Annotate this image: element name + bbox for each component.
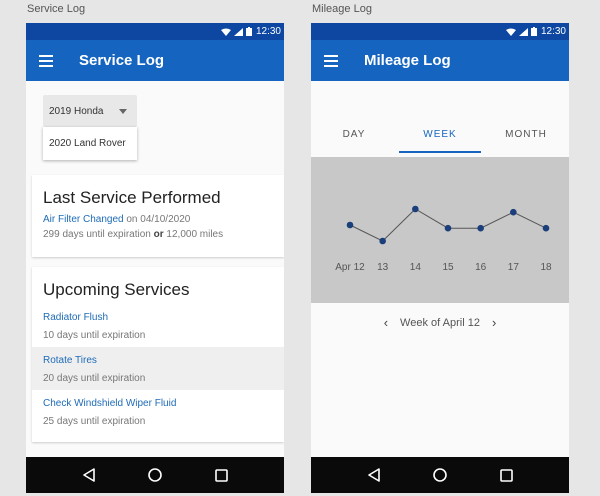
home-button[interactable] <box>430 465 450 485</box>
service-name[interactable]: Check Windshield Wiper Fluid <box>32 398 284 409</box>
tab-week[interactable]: WEEK <box>397 127 483 153</box>
x-tick-label: 13 <box>377 262 389 273</box>
data-point[interactable] <box>510 208 517 216</box>
x-tick-label: 18 <box>540 262 552 273</box>
x-tick-label: 17 <box>508 262 520 273</box>
recents-button[interactable] <box>496 465 516 485</box>
recents-square-icon <box>214 468 228 482</box>
chevron-left-icon[interactable]: ‹ <box>384 315 388 330</box>
miles-remaining: 12,000 miles <box>166 229 224 240</box>
upcoming-services-card: Upcoming Services Radiator Flush 10 days… <box>32 267 284 442</box>
app-bar: Service Log <box>26 40 284 81</box>
page-title: Service Log <box>79 52 165 69</box>
wifi-icon <box>505 28 516 36</box>
data-point[interactable] <box>542 224 550 232</box>
mileage-chart: Apr 12 13 14 15 16 17 18 <box>311 157 569 303</box>
back-button[interactable] <box>364 465 384 485</box>
service-name[interactable]: Radiator Flush <box>32 312 284 323</box>
system-nav-bar <box>311 457 569 493</box>
week-label: Week of April 12 <box>400 316 480 329</box>
home-circle-icon <box>433 468 447 482</box>
recents-button[interactable] <box>211 465 231 485</box>
back-triangle-icon <box>368 468 380 482</box>
page-title: Mileage Log <box>364 52 451 69</box>
service-expiration: 25 days until expiration <box>43 416 146 427</box>
vehicle-option[interactable]: 2020 Land Rover <box>43 127 137 160</box>
on-word: on <box>126 214 138 225</box>
vehicle-select[interactable]: 2019 Honda <box>43 95 137 127</box>
recents-square-icon <box>499 468 513 482</box>
status-time: 12:30 <box>255 26 281 37</box>
data-point[interactable] <box>444 224 452 232</box>
signal-icon <box>518 27 528 36</box>
mileage-log-caption: Mileage Log <box>312 3 372 15</box>
or-word: or <box>153 229 164 240</box>
menu-icon[interactable] <box>324 54 338 67</box>
tab-day[interactable]: DAY <box>311 127 397 153</box>
service-expiration: 10 days until expiration <box>43 330 146 341</box>
tab-month[interactable]: MONTH <box>483 127 569 153</box>
service-log-caption: Service Log <box>27 3 86 15</box>
mileage-log-screen: 12:30 Mileage Log DAY WEEK MONTH Apr 12 1… <box>311 23 569 493</box>
days-remaining: 299 days until expiration <box>43 229 151 240</box>
home-button[interactable] <box>145 465 165 485</box>
upcoming-services-heading: Upcoming Services <box>43 280 190 299</box>
service-expiration: 20 days until expiration <box>43 373 146 384</box>
status-time: 12:30 <box>540 26 566 37</box>
system-nav-bar <box>26 457 284 493</box>
x-tick-label: Apr 12 <box>335 262 365 273</box>
week-navigator: ‹ Week of April 12 › <box>311 315 569 330</box>
home-circle-icon <box>148 468 162 482</box>
x-tick-label: 15 <box>442 262 454 273</box>
last-service-name[interactable]: Air Filter Changed <box>43 214 124 225</box>
app-bar: Mileage Log <box>311 40 569 81</box>
data-point[interactable] <box>477 224 484 232</box>
back-button[interactable] <box>79 465 99 485</box>
vehicle-dropdown[interactable]: 2019 Honda 2020 Land Rover <box>43 95 137 160</box>
battery-icon <box>245 27 252 36</box>
data-point[interactable] <box>346 221 354 229</box>
vehicle-selected-value: 2019 Honda <box>49 105 104 117</box>
service-item-radiator-flush[interactable]: Radiator Flush 10 days until expiration <box>32 304 284 347</box>
last-service-line: Air Filter Changed on 04/10/2020 <box>32 214 284 225</box>
last-service-heading: Last Service Performed <box>43 188 221 207</box>
last-service-date: 04/10/2020 <box>140 214 191 225</box>
service-log-screen: 12:30 Service Log 2019 Honda 2020 Land R… <box>26 23 284 493</box>
last-service-expiration: 299 days until expiration or 12,000 mile… <box>32 229 284 240</box>
period-tabs: DAY WEEK MONTH <box>311 127 569 153</box>
last-service-card: Last Service Performed Air Filter Change… <box>32 175 284 257</box>
signal-icon <box>233 27 243 36</box>
back-triangle-icon <box>83 468 95 482</box>
mileage-line-chart: Apr 12 13 14 15 16 17 18 <box>335 205 552 273</box>
service-item-rotate-tires[interactable]: Rotate Tires 20 days until expiration <box>32 347 284 390</box>
service-name[interactable]: Rotate Tires <box>32 355 284 366</box>
chevron-right-icon[interactable]: › <box>492 315 496 330</box>
data-point[interactable] <box>379 237 386 245</box>
service-item-wiper-fluid[interactable]: Check Windshield Wiper Fluid 25 days unt… <box>32 390 284 433</box>
menu-icon[interactable] <box>39 54 53 67</box>
status-bar: 12:30 <box>26 23 284 40</box>
wifi-icon <box>220 28 231 36</box>
status-bar: 12:30 <box>311 23 569 40</box>
data-point[interactable] <box>412 205 419 213</box>
caret-down-icon <box>119 108 127 114</box>
x-tick-label: 14 <box>410 262 422 273</box>
x-tick-label: 16 <box>475 262 487 273</box>
battery-icon <box>530 27 537 36</box>
